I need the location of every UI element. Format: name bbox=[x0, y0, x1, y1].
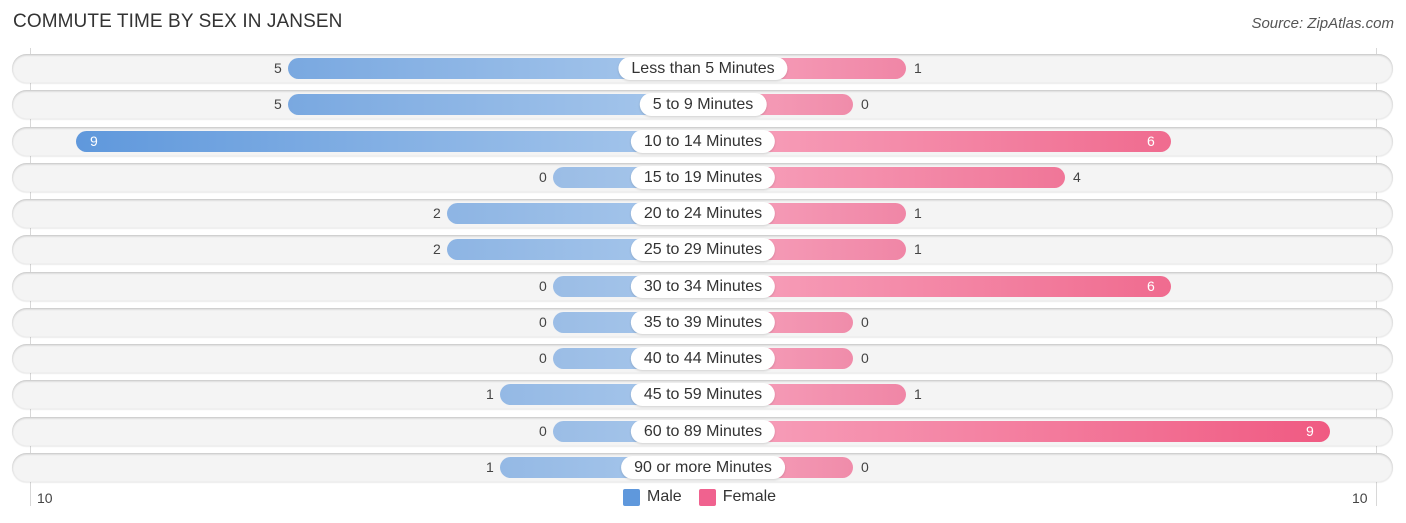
value-label-female: 0 bbox=[861, 350, 869, 366]
legend-swatch-male bbox=[623, 488, 640, 506]
value-label-male: 2 bbox=[433, 205, 441, 221]
category-label: 15 to 19 Minutes bbox=[630, 165, 776, 189]
category-label: 45 to 59 Minutes bbox=[630, 383, 776, 407]
value-label-male: 0 bbox=[539, 277, 547, 294]
value-label-female: 4 bbox=[1073, 168, 1081, 185]
value-label-male: 0 bbox=[539, 313, 547, 330]
category-label: 35 to 39 Minutes bbox=[630, 310, 776, 334]
value-label-female: 1 bbox=[914, 60, 922, 76]
value-label-male: 0 bbox=[539, 350, 547, 366]
value-label-female: 0 bbox=[861, 313, 869, 330]
legend-swatch-female bbox=[698, 488, 716, 506]
value-label-female: 0 bbox=[861, 458, 869, 475]
value-label-female: 1 bbox=[914, 205, 922, 221]
category-label: 40 to 44 Minutes bbox=[630, 347, 776, 370]
legend-label-male: Male bbox=[647, 488, 682, 505]
category-label: Less than 5 Minutes bbox=[618, 57, 788, 80]
value-label-male: 5 bbox=[274, 60, 282, 76]
legend-label-female: Female bbox=[722, 488, 777, 505]
value-label-male: 1 bbox=[486, 386, 494, 403]
category-label: 25 to 29 Minutes bbox=[630, 238, 776, 262]
category-label: 30 to 34 Minutes bbox=[630, 274, 776, 298]
value-label-female: 9 bbox=[1306, 422, 1314, 439]
value-label-male: 1 bbox=[486, 458, 494, 475]
category-label: 60 to 89 Minutes bbox=[630, 419, 776, 443]
source-note: Source: ZipAtlas.com bbox=[1251, 15, 1394, 32]
value-label-male: 5 bbox=[274, 96, 282, 113]
value-label-female: 6 bbox=[1147, 132, 1155, 149]
legend-item-male[interactable]: Male bbox=[623, 488, 682, 506]
value-label-male: 2 bbox=[433, 241, 441, 258]
axis-label-right: 10 bbox=[1352, 490, 1368, 506]
category-label: 10 to 14 Minutes bbox=[630, 129, 776, 153]
value-label-male: 0 bbox=[539, 422, 547, 439]
value-label-female: 0 bbox=[861, 96, 869, 113]
value-label-female: 1 bbox=[914, 241, 922, 258]
value-label-male: 9 bbox=[90, 132, 98, 149]
value-label-male: 0 bbox=[539, 168, 547, 185]
chart-title: COMMUTE TIME BY SEX IN JANSEN bbox=[13, 11, 343, 32]
bar-male[interactable] bbox=[76, 130, 703, 152]
value-label-female: 1 bbox=[914, 386, 922, 403]
axis-label-left: 10 bbox=[37, 490, 53, 506]
value-label-female: 6 bbox=[1147, 277, 1155, 294]
category-label: 20 to 24 Minutes bbox=[630, 202, 776, 225]
category-label: 90 or more Minutes bbox=[621, 455, 785, 479]
legend: Male Female bbox=[623, 488, 793, 506]
legend-item-female[interactable]: Female bbox=[698, 488, 777, 506]
category-label: 5 to 9 Minutes bbox=[639, 93, 767, 117]
bar-female[interactable] bbox=[703, 420, 1330, 442]
